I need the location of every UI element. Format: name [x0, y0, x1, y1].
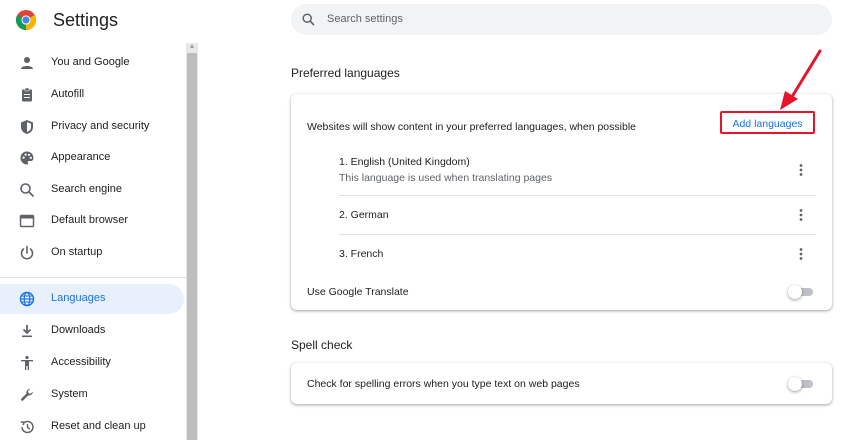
shield-icon — [21, 120, 33, 134]
accessibility-icon — [21, 355, 33, 370]
sidebar-item-accessibility[interactable]: Accessibility — [0, 348, 184, 378]
more-vert-icon[interactable] — [793, 162, 809, 178]
globe-icon — [19, 291, 35, 307]
spell-check-label: Check for spelling errors when you type … — [307, 378, 580, 390]
sidebar-item-label: Default browser — [51, 214, 129, 226]
more-vert-icon[interactable] — [793, 207, 809, 223]
search-placeholder: Search settings — [327, 13, 403, 25]
row-divider — [339, 234, 816, 235]
sidebar-item-autofill[interactable]: Autofill — [0, 80, 184, 110]
app-title: Settings — [53, 10, 119, 30]
sidebar-item-appearance[interactable]: Appearance — [0, 143, 184, 173]
wrench-icon — [20, 388, 33, 401]
sidebar-item-label: Search engine — [51, 183, 122, 195]
sidebar-divider — [0, 277, 186, 278]
sidebar-item-languages[interactable]: Languages — [0, 284, 184, 314]
search-icon — [20, 183, 35, 198]
sidebar-item-label: System — [51, 388, 88, 400]
scroll-up-arrow-icon[interactable]: ▲ — [188, 43, 196, 51]
sidebar: You and Google Autofill Privacy and secu… — [0, 48, 186, 440]
browser-window-icon — [19, 214, 35, 228]
sidebar-item-label: Downloads — [51, 324, 106, 336]
sidebar-item-on-startup[interactable]: On startup — [0, 238, 184, 268]
power-icon — [20, 245, 34, 260]
sidebar-item-label: Accessibility — [51, 356, 111, 368]
use-google-translate-label: Use Google Translate — [307, 286, 409, 298]
sidebar-item-search-engine[interactable]: Search engine — [0, 175, 184, 205]
sidebar-item-privacy[interactable]: Privacy and security — [0, 112, 184, 142]
sidebar-item-label: On startup — [51, 246, 103, 258]
sidebar-item-downloads[interactable]: Downloads — [0, 316, 184, 346]
sidebar-item-you-and-google[interactable]: You and Google — [0, 48, 184, 78]
google-translate-toggle[interactable] — [788, 285, 814, 299]
sidebar-item-label: Reset and clean up — [51, 420, 146, 432]
scroll-thumb[interactable] — [187, 53, 197, 440]
sidebar-scrollbar[interactable]: ▲ — [186, 43, 198, 440]
sidebar-item-label: You and Google — [51, 56, 130, 68]
preferred-languages-title: Preferred languages — [291, 66, 400, 80]
sidebar-item-reset[interactable]: Reset and clean up — [0, 412, 184, 442]
sidebar-item-label: Privacy and security — [51, 120, 150, 132]
language-french: 3. French — [339, 248, 384, 260]
add-languages-label: Add languages — [732, 118, 803, 130]
palette-icon — [20, 151, 34, 165]
search-icon — [302, 13, 315, 26]
languages-description: Websites will show content in your prefe… — [307, 121, 636, 133]
download-icon — [22, 325, 32, 338]
language-german: 2. German — [339, 209, 389, 221]
chrome-logo — [16, 10, 36, 30]
spell-check-title: Spell check — [291, 338, 353, 352]
sidebar-item-default-browser[interactable]: Default browser — [0, 206, 184, 236]
person-icon — [21, 57, 33, 69]
history-icon — [20, 420, 34, 434]
sidebar-item-label: Appearance — [51, 151, 111, 163]
sidebar-item-label: Languages — [51, 292, 106, 304]
spell-check-toggle[interactable] — [788, 377, 814, 391]
language-english: 1. English (United Kingdom) — [339, 156, 470, 168]
spell-check-card: Check for spelling errors when you type … — [291, 363, 832, 404]
sidebar-item-label: Autofill — [51, 88, 85, 100]
search-bar[interactable]: Search settings — [291, 4, 832, 35]
language-english-note: This language is used when translating p… — [339, 172, 553, 184]
row-divider — [339, 195, 816, 196]
more-vert-icon[interactable] — [793, 246, 809, 262]
sidebar-item-system[interactable]: System — [0, 380, 184, 410]
clipboard-icon — [22, 87, 32, 102]
annotation-arrow-icon — [780, 49, 822, 110]
